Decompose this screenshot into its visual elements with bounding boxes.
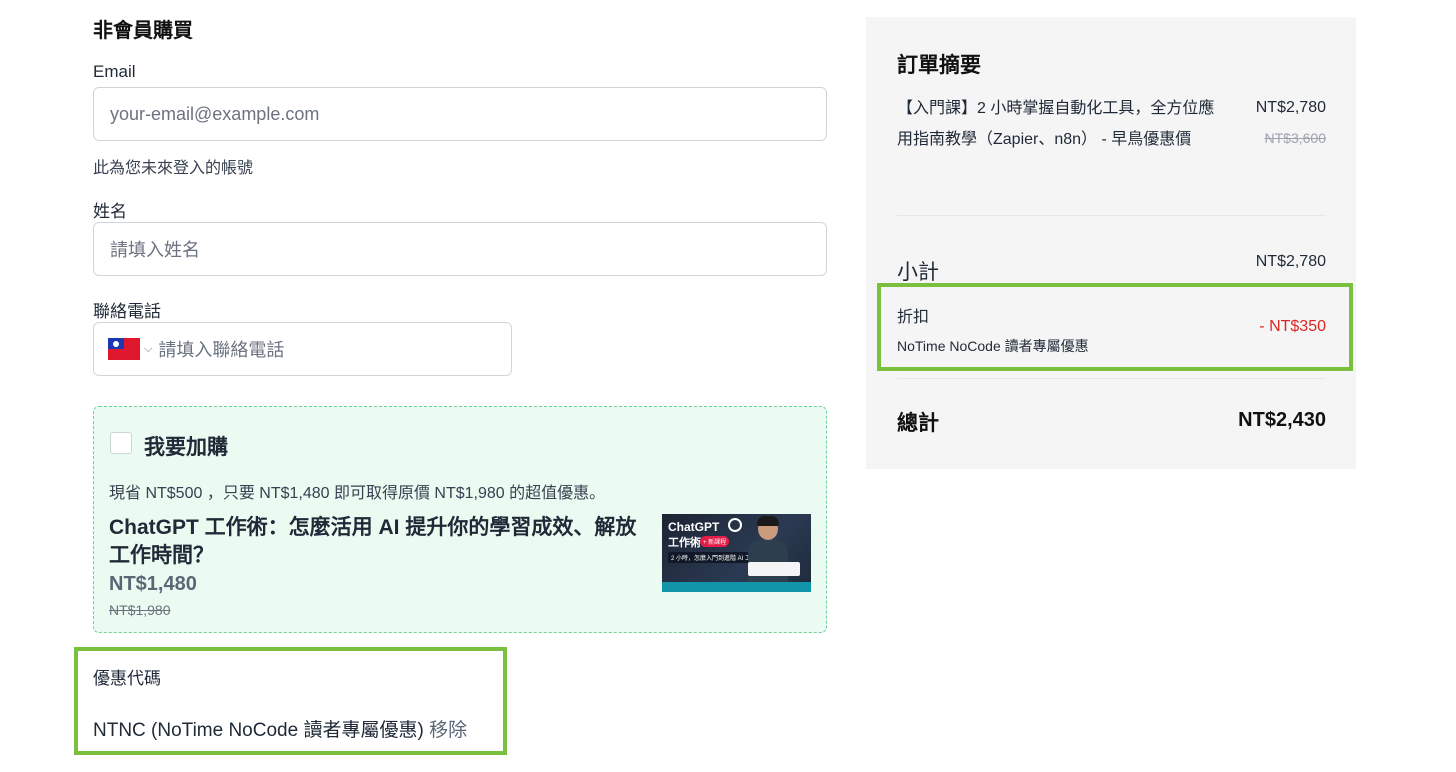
name-field[interactable]: 請填入姓名 — [93, 222, 827, 276]
summary-title: 訂單摘要 — [897, 54, 981, 77]
course-thumbnail: ChatGPT 工作術 + 新課程 2 小時，怎麼入門到進階 AI 工具？ — [662, 514, 811, 592]
phone-field[interactable]: ⌵ 請填入聯絡電話 — [93, 322, 512, 376]
upsell-course-original-price: NT$1,980 — [109, 602, 171, 618]
upsell-description: 現省 NT$500 ，只要 NT$1,480 即可取得原價 NT$1,980 的… — [109, 485, 606, 502]
order-summary-panel — [866, 17, 1356, 469]
phone-placeholder: 請填入聯絡電話 — [158, 340, 285, 360]
subtotal-value: NT$2,780 — [1255, 253, 1326, 270]
total-value: NT$2,430 — [1238, 409, 1326, 431]
name-placeholder: 請填入姓名 — [110, 240, 200, 260]
summary-divider — [897, 378, 1326, 379]
upsell-checkbox-label[interactable]: 我要加購 — [144, 431, 228, 461]
upsell-course-price: NT$1,480 — [109, 573, 197, 595]
email-placeholder: your-email@example.com — [110, 103, 320, 124]
thumbnail-footer-bar — [662, 582, 811, 592]
thumbnail-badge: + 新課程 — [700, 536, 730, 547]
email-hint: 此為您未來登入的帳號 — [93, 160, 254, 177]
coupon-code: NTNC (NoTime NoCode 讀者專屬優惠) — [93, 720, 424, 741]
remove-coupon-link[interactable]: 移除 — [429, 720, 467, 741]
thumbnail-line1: ChatGPT — [668, 520, 720, 534]
instructor-name-tag — [748, 562, 800, 576]
discount-name: NoTime NoCode 讀者專屬優惠 — [897, 338, 1089, 354]
openai-logo-icon — [728, 518, 742, 532]
section-title: 非會員購買 — [93, 20, 193, 42]
summary-item-original-price: NT$3,600 — [1264, 130, 1326, 146]
coupon-applied: NTNC (NoTime NoCode 讀者專屬優惠) 移除 — [93, 715, 467, 742]
phone-label: 聯絡電話 — [93, 302, 161, 321]
thumbnail-line2: 工作術 — [668, 537, 701, 549]
email-label: Email — [93, 62, 136, 81]
total-label: 總計 — [897, 412, 939, 435]
upsell-checkbox[interactable] — [110, 432, 132, 454]
discount-value: - NT$350 — [1259, 318, 1326, 335]
upsell-course-title: ChatGPT 工作術：怎麼活用 AI 提升你的學習成效、解放工作時間？ — [109, 516, 637, 567]
name-label: 姓名 — [93, 202, 127, 221]
email-field[interactable]: your-email@example.com — [93, 87, 827, 141]
summary-divider — [897, 215, 1326, 216]
chevron-down-icon[interactable]: ⌵ — [144, 343, 152, 356]
summary-item-name: 【入門課】2 小時掌握自動化工具，全方位應用指南教學（Zapier、n8n） -… — [897, 100, 1215, 148]
summary-item-price: NT$2,780 — [1255, 99, 1326, 116]
subtotal-label: 小計 — [897, 261, 939, 284]
taiwan-flag-icon[interactable] — [108, 338, 140, 360]
coupon-label: 優惠代碼 — [93, 669, 161, 688]
discount-label: 折扣 — [897, 309, 930, 326]
